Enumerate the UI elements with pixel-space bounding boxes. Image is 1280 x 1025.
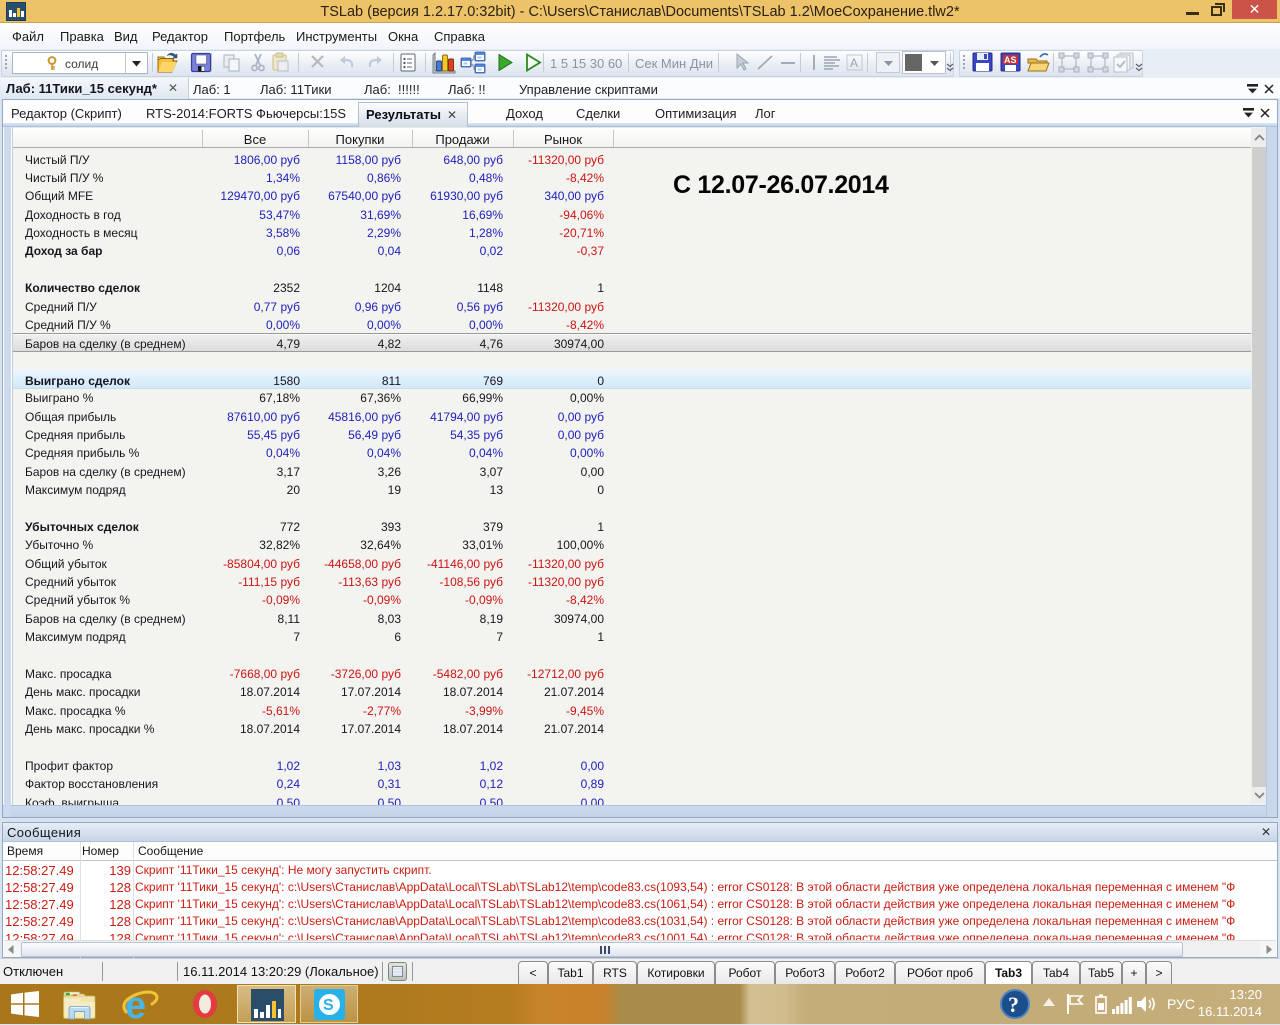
svg-text:AS: AS [1004,55,1017,65]
svg-text:A: A [850,56,858,70]
svg-text:?: ? [1008,992,1019,1017]
svg-text:S: S [323,997,334,1014]
